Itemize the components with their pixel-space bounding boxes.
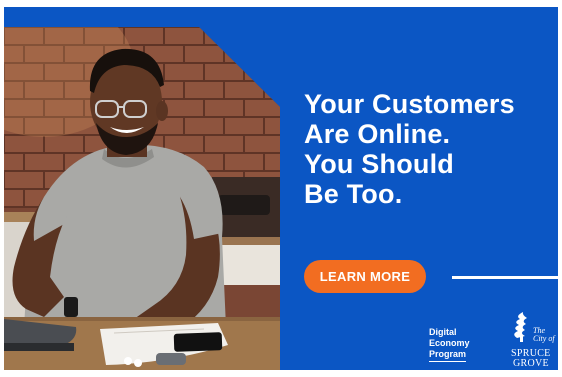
headline: Your Customers Are Online. You Should Be…	[304, 89, 554, 209]
hero-photo	[4, 27, 280, 370]
program-line-1: Digital	[429, 327, 457, 337]
man-laptop-image	[4, 27, 280, 370]
logo-grove: GROVE	[513, 358, 549, 369]
logo-city-of: City of	[533, 334, 555, 343]
program-line-2: Economy	[429, 338, 470, 348]
digital-economy-program-logo: Digital Economy Program	[429, 327, 470, 362]
headline-line-1: Your Customers	[304, 89, 515, 119]
ad-banner[interactable]: Your Customers Are Online. You Should Be…	[4, 7, 558, 370]
learn-more-button[interactable]: LEARN MORE	[304, 260, 426, 293]
city-of-spruce-grove-logo: The City of SPRUCE GROVE	[509, 311, 557, 370]
headline-line-4: Be Too.	[304, 179, 403, 209]
program-line-3: Program	[429, 349, 467, 362]
divider-line	[452, 276, 558, 279]
spruce-tree-icon	[514, 312, 527, 342]
headline-line-2: Are Online.	[304, 119, 451, 149]
headline-line-3: You Should	[304, 149, 454, 179]
